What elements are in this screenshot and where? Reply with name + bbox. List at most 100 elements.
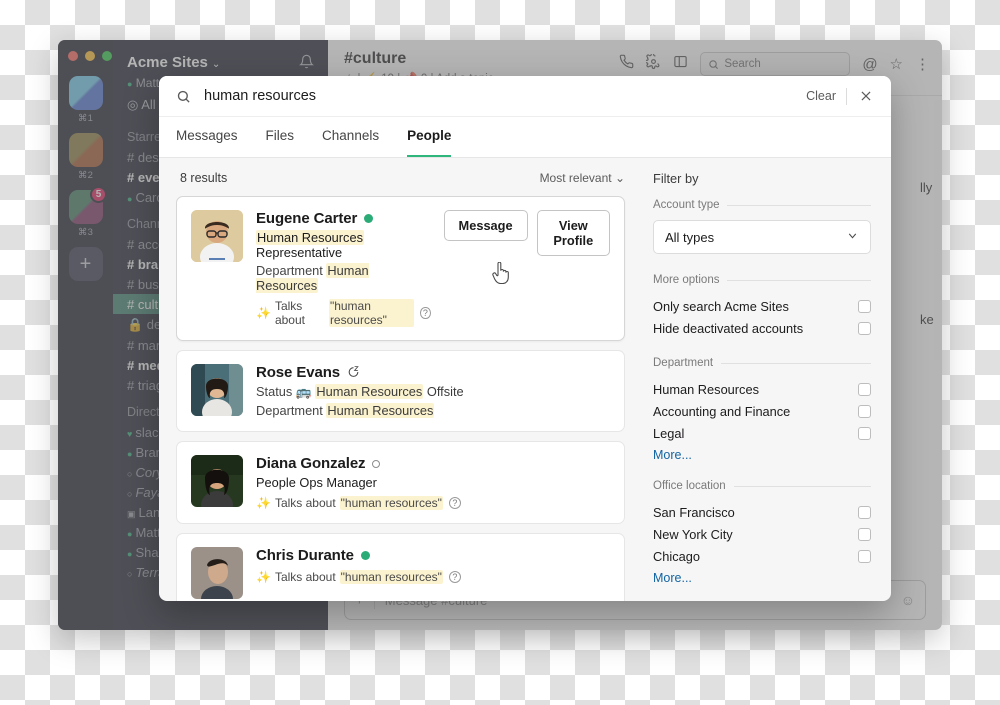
window-traffic-lights[interactable] xyxy=(68,51,112,61)
help-icon[interactable]: ? xyxy=(448,571,461,583)
tab-messages[interactable]: Messages xyxy=(176,117,238,157)
add-workspace-button[interactable]: + xyxy=(68,247,103,281)
filter-office-chicago[interactable]: Chicago xyxy=(653,545,871,567)
result-card-chris-durante[interactable]: Chris Durante ✨ Talks about "human resou… xyxy=(176,533,625,601)
tab-files[interactable]: Files xyxy=(266,117,295,157)
divider xyxy=(733,485,871,487)
search-input[interactable]: Search xyxy=(700,52,851,76)
panel-icon[interactable] xyxy=(673,54,688,74)
channel-header-actions: Search @ ☆ ⋮ xyxy=(619,52,930,76)
mouse-cursor xyxy=(492,261,510,289)
checkbox[interactable] xyxy=(858,527,871,541)
close-icon[interactable] xyxy=(847,89,877,103)
result-card-rose-evans[interactable]: Rose Evans Status 🚌 Human Resources Offs… xyxy=(176,350,625,432)
sparkle-icon: ✨ xyxy=(256,496,271,510)
star-icon[interactable]: ☆ xyxy=(890,55,903,73)
avatar[interactable] xyxy=(191,364,243,416)
result-card-diana-gonzalez[interactable]: Diana Gonzalez People Ops Manager ✨ Talk… xyxy=(176,441,625,524)
department-label: Department xyxy=(256,403,323,418)
workspace-name[interactable]: Acme Sites xyxy=(127,54,208,71)
checkbox[interactable] xyxy=(858,549,871,563)
heart-icon: ♥ xyxy=(127,428,133,439)
filter-office-san-francisco[interactable]: San Francisco xyxy=(653,501,871,523)
filter-section-department: Department xyxy=(653,357,871,369)
multi-person-icon: ▣ xyxy=(127,508,136,519)
result-info: Diana Gonzalez People Ops Manager ✨ Talk… xyxy=(256,455,610,510)
person-name[interactable]: Diana Gonzalez xyxy=(256,455,366,472)
result-info: Rose Evans Status 🚌 Human Resources Offs… xyxy=(256,364,610,418)
results-list[interactable]: Eugene Carter Human Resources Representa… xyxy=(176,196,639,601)
screenshot-canvas: ⌘1 ⌘2 5 ⌘3 + Acme Sites ⌄ ● Matt ◎ All S… xyxy=(0,0,1000,705)
help-icon[interactable]: ? xyxy=(448,497,461,509)
filter-department-accounting-and-finance[interactable]: Accounting and Finance xyxy=(653,400,871,422)
checkbox[interactable] xyxy=(858,426,871,440)
search-bar: human resources Clear xyxy=(159,76,891,117)
checkbox[interactable] xyxy=(858,404,871,418)
checkbox[interactable] xyxy=(858,321,871,335)
view-profile-button[interactable]: View Profile xyxy=(536,210,610,256)
message-scrollbar[interactable] xyxy=(934,100,940,360)
search-body: 8 results Most relevant ⌄ Eugene Carter … xyxy=(159,158,891,601)
presence-empty-icon: ○ xyxy=(127,468,133,479)
maximize-window-button[interactable] xyxy=(102,51,112,61)
clear-search-button[interactable]: Clear xyxy=(796,89,846,103)
results-count: 8 results xyxy=(180,171,228,185)
talks-about-row: ✨ Talks about "human resources" ? xyxy=(256,496,610,510)
result-name-row: Chris Durante xyxy=(256,547,610,564)
person-name[interactable]: Rose Evans xyxy=(256,364,340,381)
checkbox[interactable] xyxy=(858,505,871,519)
workspace-icon-2[interactable]: ⌘2 xyxy=(58,133,113,181)
filter-department-human-resources[interactable]: Human Resources xyxy=(653,378,871,400)
tab-channels[interactable]: Channels xyxy=(322,117,379,157)
filter-office-new-york-city[interactable]: New York City xyxy=(653,523,871,545)
filter-department-legal[interactable]: Legal xyxy=(653,422,871,444)
highlight-match: Human Resources xyxy=(315,384,424,399)
department-more-link[interactable]: More... xyxy=(653,444,871,462)
talks-quote: "human resources" xyxy=(328,299,415,327)
phone-icon[interactable] xyxy=(619,54,634,74)
account-type-select[interactable]: All types xyxy=(653,220,871,254)
chevron-down-icon[interactable]: ⌄ xyxy=(212,59,220,70)
mentions-icon[interactable]: @ xyxy=(862,56,877,73)
filter-section-more-options: More options xyxy=(653,274,871,286)
avatar[interactable] xyxy=(191,210,243,262)
background-text-fragment: ke xyxy=(920,312,934,327)
emoji-icon[interactable]: ☺ xyxy=(901,592,915,608)
talks-about-row: ✨ Talks about "human resources" ? xyxy=(256,570,610,584)
avatar[interactable] xyxy=(191,547,243,599)
sort-dropdown[interactable]: Most relevant ⌄ xyxy=(540,171,625,185)
results-column: 8 results Most relevant ⌄ Eugene Carter … xyxy=(159,158,639,601)
checkbox[interactable] xyxy=(858,299,871,313)
status-label: Status xyxy=(256,384,293,399)
result-card-eugene-carter[interactable]: Eugene Carter Human Resources Representa… xyxy=(176,196,625,341)
tab-people[interactable]: People xyxy=(407,117,452,157)
notifications-bell-icon[interactable] xyxy=(299,54,314,73)
workspace-icon-3[interactable]: 5 ⌘3 xyxy=(58,186,113,238)
search-icon xyxy=(709,59,719,69)
divider xyxy=(727,279,871,281)
avatar[interactable] xyxy=(191,455,243,507)
checkbox[interactable] xyxy=(858,382,871,396)
filter-hide-deactivated-accounts[interactable]: Hide deactivated accounts xyxy=(653,317,871,339)
more-options-icon[interactable]: ⋮ xyxy=(915,55,930,73)
filter-only-search-acme-sites[interactable]: Only search Acme Sites xyxy=(653,295,871,317)
search-tabs: Messages Files Channels People xyxy=(159,117,891,158)
results-header: 8 results Most relevant ⌄ xyxy=(176,158,639,196)
person-name[interactable]: Eugene Carter xyxy=(256,210,357,227)
workspace-icon-1[interactable]: ⌘1 xyxy=(58,76,113,124)
close-window-button[interactable] xyxy=(68,51,78,61)
message-button[interactable]: Message xyxy=(443,210,528,241)
minimize-window-button[interactable] xyxy=(85,51,95,61)
office-location-more-link[interactable]: More... xyxy=(653,567,871,585)
gear-icon[interactable] xyxy=(645,52,661,74)
workspace-shortcut-label: ⌘1 xyxy=(77,113,94,124)
person-name[interactable]: Chris Durante xyxy=(256,547,354,564)
help-icon[interactable]: ? xyxy=(420,307,431,319)
filter-label: Chicago xyxy=(653,548,700,564)
result-name-row: Diana Gonzalez xyxy=(256,455,610,472)
workspace-header[interactable]: Acme Sites ⌄ xyxy=(113,40,328,75)
search-query-input[interactable]: human resources xyxy=(204,88,796,104)
presence-online-icon xyxy=(364,214,374,223)
